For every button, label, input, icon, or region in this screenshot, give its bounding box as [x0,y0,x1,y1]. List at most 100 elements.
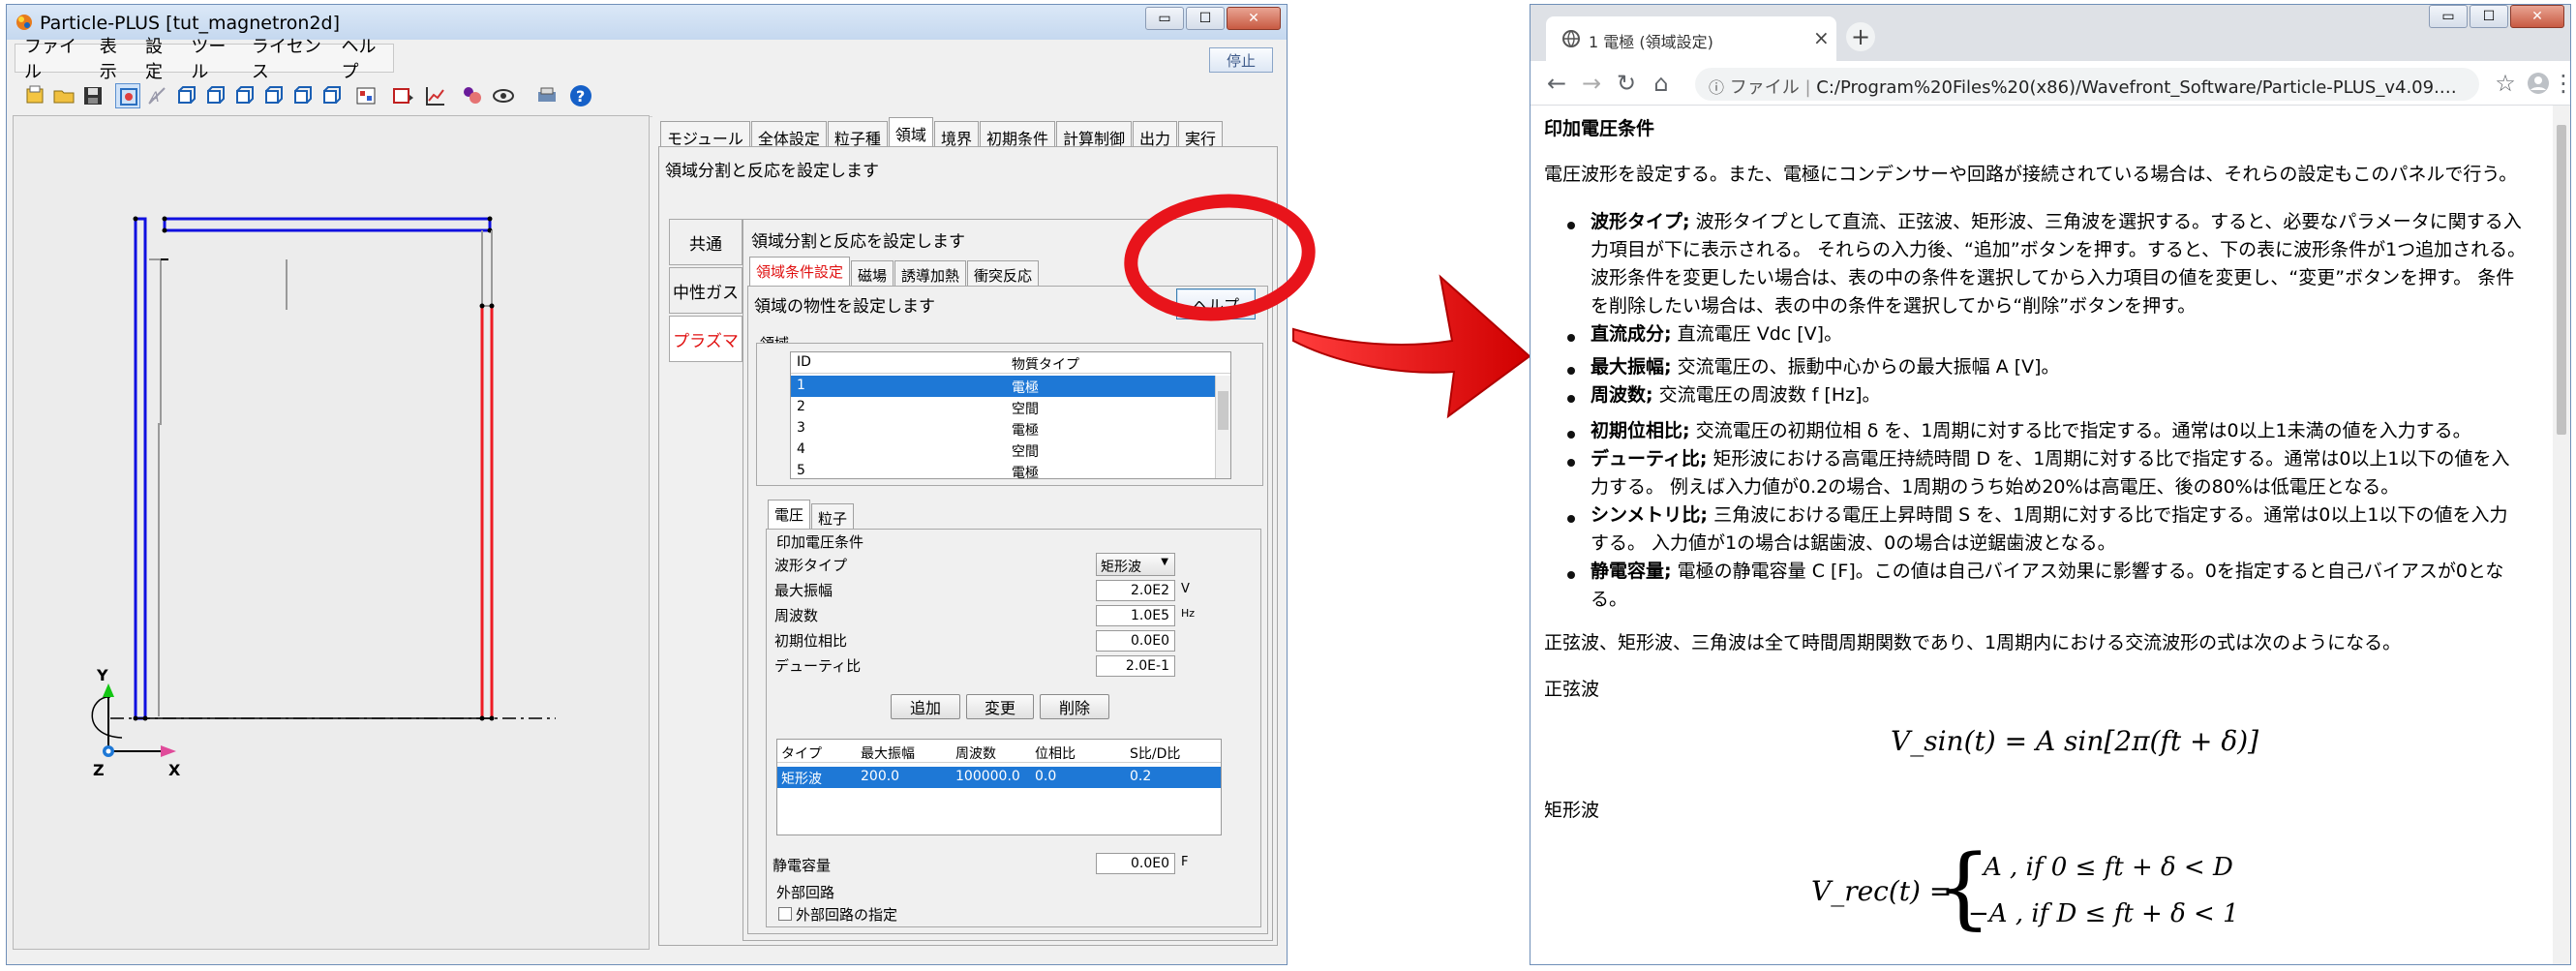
forward-arrow-icon[interactable]: → [1577,69,1606,98]
svg-text:A: A [149,90,160,106]
tab-global-settings[interactable]: 全体設定 [750,121,827,148]
waveform-select[interactable]: 矩形波 ▼ [1096,553,1175,576]
tab-magnetic-field[interactable]: 磁場 [851,260,894,286]
initial-phase-input[interactable]: 0.0E0 [1096,630,1175,652]
geometry-drawing [91,216,556,757]
view-top-icon[interactable] [289,83,315,108]
table-row[interactable]: 1 電極 [791,376,1215,397]
save-icon[interactable] [80,83,106,108]
ext-circuit-group-label: 外部回路 [776,884,835,901]
draw-line-icon[interactable]: A [144,83,169,108]
tab-voltage[interactable]: 電圧 [768,500,811,529]
reload-icon[interactable]: ↻ [1612,69,1641,98]
table-row[interactable]: 3 電極 [791,418,1215,440]
new-tab-button[interactable]: + [1846,22,1875,51]
sine-label: 正弦波 [1544,679,1600,700]
stop-button[interactable]: 停止 [1209,47,1273,73]
region-table-scrollbar[interactable] [1215,376,1230,478]
side-tab-plasma[interactable]: プラズマ [669,316,742,362]
property-heading: 領域の物性を設定します [754,297,935,317]
main-heading: 領域分割と反応を設定します [665,162,879,181]
duty-ratio-label: デューティ比 [774,657,862,675]
delete-button[interactable]: 削除 [1040,694,1109,719]
tab-species[interactable]: 粒子種 [827,121,888,148]
browser-maximize-button[interactable]: ☐ [2470,5,2508,28]
minimize-button[interactable]: ▭ [1145,7,1184,30]
tab-module[interactable]: モジュール [660,121,750,148]
waveform-label: 波形タイプ [774,557,848,574]
item-frequency: 周波数; 交流電圧の周波数 f [Hz]。 [1591,384,1881,406]
help-icon[interactable]: ? [568,83,593,108]
tab-output[interactable]: 出力 [1132,121,1177,148]
select-mode-icon[interactable] [115,83,140,108]
item-duty-ratio-line2: 力する。 例えば入力値が0.2の場合、1周期のうち始め20%は高電圧、後の80%… [1591,476,2400,498]
red-arrow-icon [1292,274,1531,419]
axis-label-z: Z [93,761,105,779]
open-folder-icon[interactable] [51,83,76,108]
ext-circuit-checkbox[interactable] [778,907,792,921]
table-row[interactable]: 矩形波 200.0 100000.0 0.0 0.2 [777,767,1221,788]
amplitude-input[interactable]: 2.0E2 [1096,580,1175,601]
browser-minimize-button[interactable]: ▭ [2429,5,2468,28]
tab-calc-control[interactable]: 計算制御 [1055,121,1132,148]
tab-initial-conditions[interactable]: 初期条件 [979,121,1055,148]
frequency-input[interactable]: 1.0E5 [1096,605,1175,626]
tab-run[interactable]: 実行 [1178,121,1224,148]
tab-region-conditions[interactable]: 領域条件設定 [749,257,851,286]
sub-heading: 領域分割と反応を設定します [751,232,965,252]
tab-region[interactable]: 領域 [888,117,933,146]
plot-graph-icon[interactable] [423,83,448,108]
run-icon[interactable] [535,83,561,108]
back-arrow-icon[interactable]: ← [1542,69,1571,98]
geometry-canvas[interactable]: Y Z X [13,115,650,950]
bullet-icon [1567,367,1575,375]
region-table[interactable]: ID 物質タイプ 1 電極 2 空間 3 電極 4 空間 5 電極 [790,351,1231,479]
mesh-export-icon[interactable] [390,83,415,108]
frequency-unit: Hz [1181,607,1196,620]
table-row[interactable]: 5 電極 [791,461,1215,478]
capacitance-input[interactable]: 0.0E0 [1096,853,1175,874]
view-right-icon[interactable] [260,83,286,108]
waveform-table[interactable]: タイプ 最大振幅 周波数 位相比 S比/D比 矩形波 200.0 100000.… [776,739,1222,835]
table-row[interactable]: 4 空間 [791,440,1215,461]
tab-induction-heating[interactable]: 誘導加熱 [894,260,967,286]
scrollbar-thumb[interactable] [2557,125,2566,435]
bookmark-star-icon[interactable]: ☆ [2491,69,2520,98]
tab-close-icon[interactable]: × [1813,26,1830,49]
help-intro: 電圧波形を設定する。また、電極にコンデンサーや回路が接続されている場合は、それら… [1544,164,2518,185]
app-logo-icon [16,15,32,30]
home-icon[interactable]: ⌂ [1647,69,1676,98]
new-project-icon[interactable] [22,83,47,108]
chevron-down-icon: ▼ [1161,557,1168,567]
main-tab-row: モジュール 全体設定 粒子種 領域 境界 初期条件 計算制御 出力 実行 [660,117,1224,148]
info-icon: ⓘ [1709,78,1725,97]
view-left-icon[interactable] [231,83,257,108]
maximize-button[interactable]: ☐ [1186,7,1225,30]
view-back-icon[interactable] [202,83,227,108]
sine-equation: V_sin(t) = A sin[2π(ft + δ)] [1891,725,2259,757]
item-waveform-line3: 波形条件を変更したい場合は、表の中の条件を選択してから入力項目の値を変更し、“変… [1591,267,2515,288]
add-button[interactable]: 追加 [891,694,960,719]
region-group: ID 物質タイプ 1 電極 2 空間 3 電極 4 空間 5 電極 [756,343,1263,486]
tab-collision-reaction[interactable]: 衝突反応 [967,260,1040,286]
grid-view-icon[interactable] [353,83,379,108]
page-scrollbar[interactable] [2553,106,2570,964]
sub-tab-row: 領域条件設定 磁場 誘導加熱 衝突反応 [749,257,1040,286]
view-bottom-icon[interactable] [318,83,344,108]
tab-boundary[interactable]: 境界 [933,121,979,148]
particle-tool-icon[interactable] [460,83,485,108]
view-front-icon[interactable] [173,83,198,108]
side-tab-common[interactable]: 共通 [669,219,742,265]
menu-kebab-icon[interactable]: ⋮ [2549,69,2576,98]
browser-close-button[interactable]: ✕ [2510,5,2564,28]
side-tab-neutral-gas[interactable]: 中性ガス [669,267,742,314]
table-row[interactable]: 2 空間 [791,397,1215,418]
bullet-icon [1567,431,1575,439]
visualize-icon[interactable] [491,83,516,108]
close-button[interactable]: ✕ [1227,7,1281,30]
tab-particle[interactable]: 粒子 [811,503,855,529]
duty-ratio-input[interactable]: 2.0E-1 [1096,655,1175,677]
change-button[interactable]: 変更 [966,694,1034,719]
browser-tab[interactable]: 1 電極 (領域設定) × [1546,16,1836,61]
address-bar[interactable]: ⓘ ファイル | C:/Program%20Files%20(x86)/Wave… [1695,68,2479,101]
